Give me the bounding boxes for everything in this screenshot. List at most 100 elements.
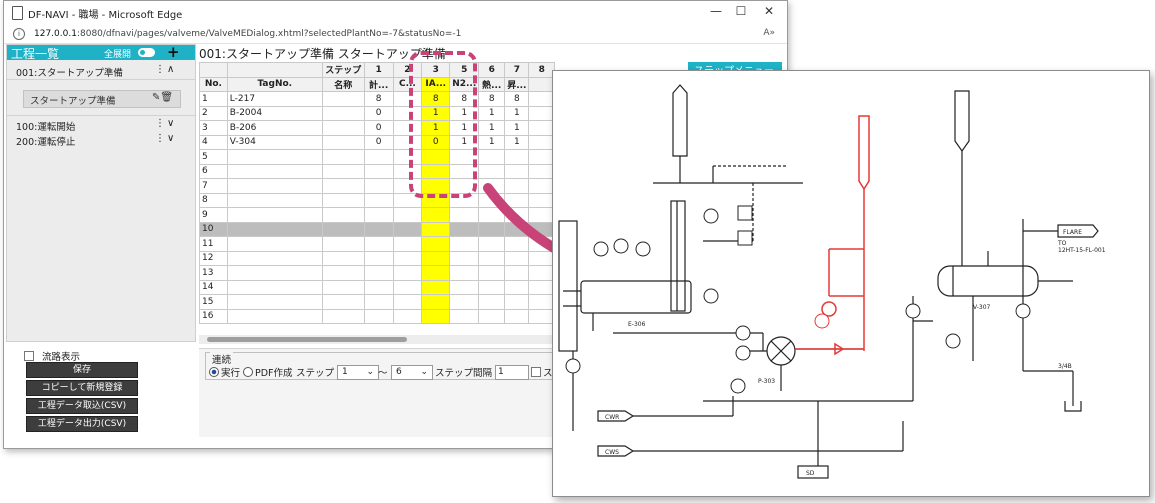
step-value-cell[interactable] xyxy=(421,236,451,252)
step-value-cell[interactable] xyxy=(528,134,555,150)
more-menu-icon[interactable]: ⋮ xyxy=(155,133,165,144)
step-value-cell[interactable]: 1 xyxy=(478,134,506,150)
step-value-cell[interactable] xyxy=(421,265,451,281)
row-no-cell[interactable]: 15 xyxy=(199,294,228,310)
tagno-cell[interactable] xyxy=(226,265,323,281)
step-value-cell[interactable] xyxy=(363,294,394,310)
step-value-cell[interactable]: 1 xyxy=(504,120,530,136)
tagno-cell[interactable]: B-206 xyxy=(226,120,323,136)
tagno-cell[interactable] xyxy=(226,178,323,194)
table-row[interactable]: 6 xyxy=(199,163,555,179)
tagno-cell[interactable] xyxy=(226,279,323,295)
table-row[interactable]: 2 B-2004 0 1 1 1 1 xyxy=(199,105,555,121)
more-menu-icon[interactable]: ⋮ xyxy=(155,64,165,75)
name-cell[interactable] xyxy=(321,236,365,252)
expand-all-toggle[interactable] xyxy=(138,48,155,57)
step-value-cell[interactable] xyxy=(421,294,451,310)
header-step-7[interactable]: 7 xyxy=(504,62,530,78)
close-button[interactable]: ✕ xyxy=(758,4,780,18)
row-no-cell[interactable]: 14 xyxy=(199,279,228,295)
step-value-cell[interactable] xyxy=(392,250,423,266)
step-interval-input[interactable]: 1 xyxy=(495,365,529,380)
step-value-cell[interactable] xyxy=(504,163,530,179)
name-cell[interactable] xyxy=(321,105,365,121)
table-row[interactable]: 5 xyxy=(199,149,555,165)
step-value-cell[interactable] xyxy=(449,221,480,237)
step-value-cell[interactable] xyxy=(449,294,480,310)
step-value-cell[interactable]: 8 xyxy=(478,91,506,107)
url-text[interactable]: 127.0.0.1:8080/dfnavi/pages/valveme/Valv… xyxy=(34,29,461,39)
tagno-cell[interactable]: B-2004 xyxy=(226,105,323,121)
maximize-button[interactable]: ☐ xyxy=(730,4,752,18)
step-value-cell[interactable] xyxy=(421,250,451,266)
tagno-cell[interactable] xyxy=(226,236,323,252)
step-value-cell[interactable] xyxy=(363,279,394,295)
row-no-cell[interactable]: 13 xyxy=(199,265,228,281)
row-no-cell[interactable]: 8 xyxy=(199,192,228,208)
row-no-cell[interactable]: 11 xyxy=(199,236,228,252)
step-value-cell[interactable] xyxy=(392,265,423,281)
header-step-6[interactable]: 6 xyxy=(478,62,506,78)
step-value-cell[interactable]: 0 xyxy=(363,105,394,121)
step-from-select[interactable]: 1 ⌄ xyxy=(337,365,379,380)
process-group-200[interactable]: 200:運転停止 ⋮ ∨ xyxy=(7,133,195,148)
step-value-cell[interactable]: 1 xyxy=(504,134,530,150)
step-value-cell[interactable] xyxy=(528,149,555,165)
step-value-cell[interactable] xyxy=(363,265,394,281)
row-no-cell[interactable]: 7 xyxy=(199,178,228,194)
table-row[interactable]: 1 L-217 8 8 8 8 8 xyxy=(199,91,555,107)
step-value-cell[interactable] xyxy=(392,308,423,324)
minimize-button[interactable]: — xyxy=(705,4,727,18)
step-value-cell[interactable] xyxy=(392,236,423,252)
step-value-cell[interactable]: 0 xyxy=(363,134,394,150)
step-value-cell[interactable] xyxy=(363,207,394,223)
more-menu-icon[interactable]: ⋮ xyxy=(155,118,165,129)
row-no-cell[interactable]: 16 xyxy=(199,308,228,324)
step-value-cell[interactable]: 1 xyxy=(478,105,506,121)
step-value-cell[interactable]: 8 xyxy=(504,91,530,107)
step-value-cell[interactable] xyxy=(392,207,423,223)
run-radio[interactable]: 実行 xyxy=(209,365,240,379)
step-value-cell[interactable] xyxy=(363,178,394,194)
step-value-cell[interactable] xyxy=(363,221,394,237)
name-cell[interactable] xyxy=(321,91,365,107)
step-value-cell[interactable] xyxy=(392,221,423,237)
more-option[interactable]: ス xyxy=(531,365,553,379)
step-value-cell[interactable] xyxy=(528,91,555,107)
name-cell[interactable] xyxy=(321,221,365,237)
step-value-cell[interactable] xyxy=(363,149,394,165)
step-to-select[interactable]: 6 ⌄ xyxy=(391,365,433,380)
step-value-cell[interactable] xyxy=(528,120,555,136)
step-value-cell[interactable]: 1 xyxy=(478,120,506,136)
step-value-cell[interactable] xyxy=(363,236,394,252)
step-value-cell[interactable]: 1 xyxy=(504,105,530,121)
tagno-cell[interactable] xyxy=(226,308,323,324)
info-icon[interactable]: i xyxy=(13,28,25,40)
flow-display-checkbox[interactable] xyxy=(24,351,34,361)
name-cell[interactable] xyxy=(321,294,365,310)
pdf-radio[interactable]: PDF作成 xyxy=(243,365,293,379)
tagno-cell[interactable] xyxy=(226,250,323,266)
process-group-100[interactable]: 100:運転開始 ⋮ ∨ xyxy=(7,118,195,133)
header-step-8[interactable]: 8 xyxy=(528,62,555,78)
step-value-cell[interactable] xyxy=(363,250,394,266)
tagno-cell[interactable] xyxy=(226,207,323,223)
name-cell[interactable] xyxy=(321,134,365,150)
name-cell[interactable] xyxy=(321,308,365,324)
tagno-cell[interactable] xyxy=(226,294,323,310)
chevron-up-icon[interactable]: ∧ xyxy=(167,64,174,75)
name-cell[interactable] xyxy=(321,192,365,208)
read-aloud-icon[interactable]: A» xyxy=(763,28,775,38)
step-value-cell[interactable] xyxy=(504,149,530,165)
import-csv-button[interactable]: 工程データ取込(CSV) xyxy=(26,398,138,414)
step-value-cell[interactable] xyxy=(449,279,480,295)
header-step-1[interactable]: 1 xyxy=(363,62,394,78)
step-value-cell[interactable] xyxy=(528,163,555,179)
step-value-cell[interactable] xyxy=(421,279,451,295)
tagno-cell[interactable] xyxy=(226,221,323,237)
name-cell[interactable] xyxy=(321,207,365,223)
step-value-cell[interactable] xyxy=(528,105,555,121)
name-cell[interactable] xyxy=(321,178,365,194)
chevron-down-icon[interactable]: ∨ xyxy=(167,133,174,144)
row-no-cell[interactable]: 6 xyxy=(199,163,228,179)
